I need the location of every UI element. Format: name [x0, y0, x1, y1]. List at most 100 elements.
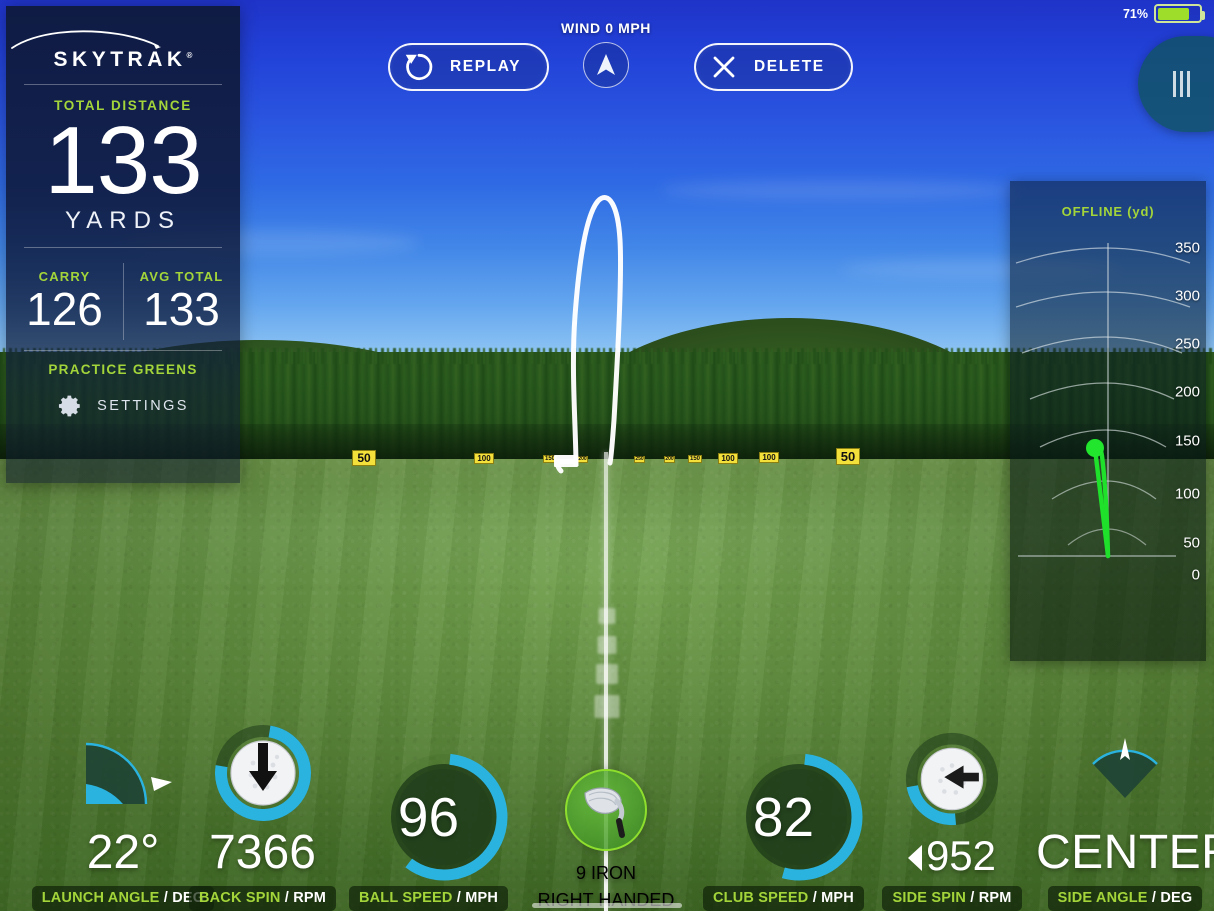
carry-label: CARRY: [38, 269, 91, 285]
ball-speed-value: 96: [397, 786, 460, 848]
delete-label: DELETE: [754, 58, 825, 75]
ball-speed-label: BALL SPEED / MPH: [348, 886, 509, 911]
ball-speed-label-primary: BALL SPEED: [358, 890, 453, 906]
club-speed-label: CLUB SPEED / MPH: [703, 886, 864, 911]
settings-button[interactable]: SETTINGS: [6, 393, 240, 419]
back-spin-icon-area: [175, 713, 350, 833]
side-angle-value: CENTER: [1036, 826, 1214, 879]
battery-fill: [1157, 7, 1189, 20]
home-indicator-bar[interactable]: [532, 903, 682, 908]
side-spin-label-unit: RPM: [978, 890, 1012, 906]
metric-ball-speed[interactable]: 96 BALL SPEED / MPH: [345, 747, 512, 911]
brand-trademark: ®: [186, 51, 193, 60]
golf-club-iron-icon: [584, 787, 625, 838]
skytrak-logo: SKYTRAK®: [6, 6, 240, 72]
range-marker: 150: [688, 455, 702, 463]
carry-avg-split: CARRY 126 AVG TOTAL 133: [6, 261, 240, 341]
gear-icon: [59, 395, 80, 417]
range-marker: 200: [577, 456, 588, 463]
avg-total-label: AVG TOTAL: [139, 269, 224, 285]
skytrak-swoosh-icon: [11, 30, 161, 49]
avg-total-value: 133: [143, 283, 220, 336]
back-spin-label: BACK SPIN / RPM: [188, 886, 337, 911]
battery-percent: 71%: [1122, 6, 1148, 21]
divider: [24, 349, 222, 351]
close-x-icon: [713, 56, 735, 78]
offline-tick-label: 150: [1174, 432, 1200, 450]
metrics-bar: 22° LAUNCH ANGLE / DEG 7366 BA: [0, 686, 1214, 911]
triangle-left-icon: [907, 845, 922, 871]
range-marker: 250: [634, 456, 645, 463]
range-marker: 100: [759, 452, 779, 463]
side-angle-label-primary: SIDE ANGLE: [1057, 890, 1148, 906]
divider: [24, 247, 222, 249]
metric-side-spin[interactable]: 952 SIDE SPIN / RPM: [866, 719, 1038, 911]
wind-label: WIND 0 MPH: [561, 20, 651, 36]
delete-button[interactable]: DELETE: [694, 43, 853, 91]
side-spin-label: SIDE SPIN / RPM: [882, 886, 1022, 911]
offline-tick-label: 350: [1174, 239, 1200, 257]
club-circle: [565, 769, 647, 851]
distance-marker: [596, 664, 618, 684]
offline-dispersion-panel: OFFLINE (yd) 350300250200150100500 10 YA…: [1010, 181, 1206, 661]
navigation-arrow-icon: [597, 54, 615, 75]
carry-value: 126: [26, 283, 103, 336]
side-spin-value: 952: [925, 832, 997, 879]
battery-indicator: 71%: [1122, 4, 1205, 23]
divider: [24, 84, 222, 85]
ball-backspin-icon: [214, 725, 311, 821]
total-distance-unit: YARDS: [65, 207, 181, 235]
carry-stat: CARRY 126: [6, 261, 123, 341]
range-marker: 100: [474, 453, 494, 464]
back-spin-label-primary: BACK SPIN: [198, 890, 281, 906]
offline-tick-label: 200: [1174, 383, 1200, 401]
side-spin-icon-area: [866, 719, 1038, 839]
menu-bars-icon: [1172, 71, 1190, 97]
club-selector[interactable]: 9 IRON RIGHT HANDED: [524, 769, 688, 911]
side-angle-label: SIDE ANGLE / DEG: [1047, 886, 1203, 911]
range-marker: 50: [352, 450, 376, 466]
side-angle-fan-icon: [1092, 738, 1158, 798]
total-distance-value: 133: [44, 107, 202, 214]
club-speed-value: 82: [752, 786, 815, 848]
wind-widget[interactable]: WIND 0 MPH: [557, 20, 655, 88]
cloud-wisp: [660, 180, 1020, 200]
launch-angle-wedge-icon: [85, 742, 172, 805]
brand-name: SKYTRAK: [53, 48, 187, 71]
side-angle-label-unit: DEG: [1160, 890, 1193, 906]
wind-direction-dial[interactable]: [583, 42, 629, 88]
range-marker: 200: [664, 456, 675, 463]
avg-total-stat: AVG TOTAL 133: [123, 261, 240, 341]
distance-marker: [597, 636, 617, 654]
range-marker: 50: [836, 448, 860, 465]
battery-icon: [1154, 4, 1205, 23]
metric-club-speed[interactable]: 82 CLUB SPEED / MPH: [700, 747, 867, 911]
settings-label: SETTINGS: [97, 397, 189, 414]
distance-marker: [598, 608, 616, 624]
metric-side-angle[interactable]: CENTER SIDE ANGLE / DEG: [1036, 713, 1214, 911]
side-spin-label-primary: SIDE SPIN: [892, 890, 966, 906]
shot-stats-panel: SKYTRAK® TOTAL DISTANCE 133 YARDS CARRY …: [6, 6, 240, 483]
replay-button[interactable]: REPLAY: [388, 43, 550, 91]
club-speed-gauge: 82: [716, 747, 863, 882]
offline-tick-label: 300: [1174, 287, 1200, 305]
back-spin-value: 7366: [209, 826, 316, 879]
back-spin-label-unit: RPM: [293, 890, 327, 906]
ball-speed-label-unit: MPH: [465, 890, 499, 906]
club-speed-label-unit: MPH: [821, 890, 854, 906]
replay-arrow-icon: [405, 53, 433, 80]
side-angle-icon-area: [1036, 713, 1214, 833]
offline-tick-label: 50: [1183, 534, 1200, 552]
practice-greens-button[interactable]: PRACTICE GREENS: [6, 362, 240, 377]
replay-label: REPLAY: [450, 58, 522, 75]
side-spin-value-row: 952: [866, 835, 1038, 877]
range-marker: 100: [718, 453, 738, 464]
offline-tick-label: 250: [1174, 335, 1200, 353]
offline-tick-label: 0: [1191, 566, 1200, 584]
club-speed-label-primary: CLUB SPEED: [713, 890, 809, 906]
launch-angle-label-primary: LAUNCH ANGLE: [41, 890, 160, 906]
metric-back-spin[interactable]: 7366 BACK SPIN / RPM: [175, 713, 350, 911]
ball-sidespin-icon: [905, 732, 999, 826]
offline-tick-label: 100: [1174, 485, 1200, 503]
range-marker: 150: [543, 455, 557, 463]
